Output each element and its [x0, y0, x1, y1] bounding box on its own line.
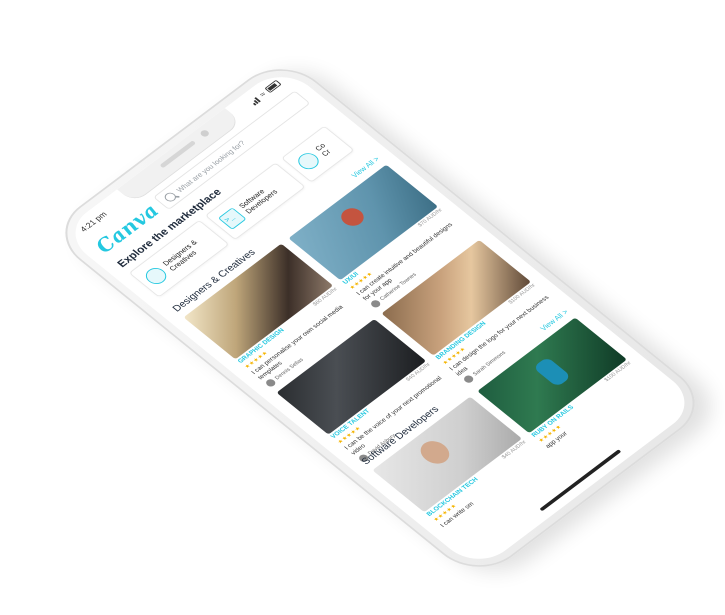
- home-indicator[interactable]: [539, 449, 622, 512]
- category-label: Designers & Creatives: [161, 238, 199, 273]
- category-co[interactable]: Co Cr: [281, 125, 355, 183]
- signal-icon: [248, 95, 262, 106]
- code-icon: [217, 207, 247, 230]
- search-icon: [162, 190, 179, 203]
- avatar: [369, 298, 383, 309]
- category-label: Co Cr: [313, 141, 333, 158]
- pencil-icon: [294, 149, 323, 173]
- avatar: [264, 377, 278, 388]
- wifi-icon: ≈: [257, 90, 269, 99]
- stage: 4:21 pm ≈ Canva What are you looking for…: [0, 0, 725, 615]
- status-time: 4:21 pm: [78, 209, 109, 234]
- phone-frame: 4:21 pm ≈ Canva What are you looking for…: [45, 53, 715, 583]
- phone-screen: 4:21 pm ≈ Canva What are you looking for…: [59, 64, 701, 572]
- palette-icon: [141, 264, 171, 288]
- category-label: Software Developers: [237, 187, 280, 216]
- battery-icon: [264, 79, 282, 94]
